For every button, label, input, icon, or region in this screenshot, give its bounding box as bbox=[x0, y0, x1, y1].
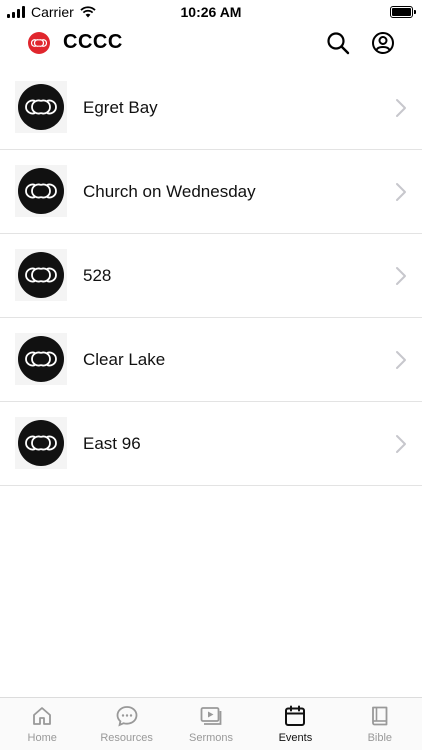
list-item[interactable]: Church on Wednesday bbox=[0, 150, 422, 234]
logo-mark-icon bbox=[31, 39, 47, 47]
app-header: CCCC bbox=[0, 24, 422, 64]
tab-home[interactable]: Home bbox=[0, 698, 84, 750]
chat-bubble-icon bbox=[116, 706, 138, 727]
event-thumbnail bbox=[15, 417, 67, 469]
event-list: Egret Bay Church on Wednesday 528 Clear … bbox=[0, 66, 422, 486]
chevron-right-icon bbox=[396, 351, 406, 369]
clock: 10:26 AM bbox=[180, 4, 242, 20]
tab-sermons[interactable]: Sermons bbox=[169, 698, 253, 750]
tab-bible[interactable]: Bible bbox=[338, 698, 422, 750]
event-title: Church on Wednesday bbox=[83, 182, 256, 201]
app-logo bbox=[28, 32, 50, 54]
event-title: Clear Lake bbox=[83, 350, 166, 369]
status-bar: Carrier 10:26 AM bbox=[0, 0, 422, 24]
app-title: CCCC bbox=[63, 31, 123, 53]
profile-icon bbox=[372, 32, 394, 54]
event-title: East 96 bbox=[83, 434, 141, 453]
search-icon bbox=[327, 32, 350, 55]
home-icon bbox=[33, 707, 52, 725]
tab-label: Sermons bbox=[189, 732, 234, 744]
list-item[interactable]: Egret Bay bbox=[0, 66, 422, 150]
tab-label: Bible bbox=[367, 732, 393, 744]
event-title: 528 bbox=[83, 266, 112, 285]
event-title: Egret Bay bbox=[83, 98, 158, 117]
list-item[interactable]: Clear Lake bbox=[0, 318, 422, 402]
tab-label: Events bbox=[278, 732, 313, 744]
logo-mark-icon bbox=[25, 267, 57, 283]
logo-mark-icon bbox=[25, 99, 57, 115]
calendar-icon bbox=[285, 705, 306, 726]
logo-mark-icon bbox=[25, 435, 57, 451]
chevron-right-icon bbox=[396, 267, 406, 285]
chevron-right-icon bbox=[396, 99, 406, 117]
video-play-icon bbox=[200, 707, 222, 725]
chevron-right-icon bbox=[396, 183, 406, 201]
event-thumbnail bbox=[15, 165, 67, 217]
logo-mark-icon bbox=[25, 183, 57, 199]
tab-resources[interactable]: Resources bbox=[84, 698, 168, 750]
event-thumbnail bbox=[15, 249, 67, 301]
profile-button[interactable] bbox=[370, 30, 396, 56]
chevron-right-icon bbox=[396, 435, 406, 453]
search-button[interactable] bbox=[325, 30, 351, 56]
event-thumbnail bbox=[15, 333, 67, 385]
event-thumbnail bbox=[15, 81, 67, 133]
tab-label: Resources bbox=[100, 732, 153, 744]
tab-events[interactable]: Events bbox=[253, 698, 337, 750]
battery-icon bbox=[390, 6, 416, 18]
tab-bar: Home Resources Sermons Events Bible bbox=[0, 697, 422, 750]
book-icon bbox=[371, 706, 388, 726]
list-item[interactable]: East 96 bbox=[0, 402, 422, 486]
logo-mark-icon bbox=[25, 351, 57, 367]
tab-label: Home bbox=[27, 732, 57, 744]
list-item[interactable]: 528 bbox=[0, 234, 422, 318]
